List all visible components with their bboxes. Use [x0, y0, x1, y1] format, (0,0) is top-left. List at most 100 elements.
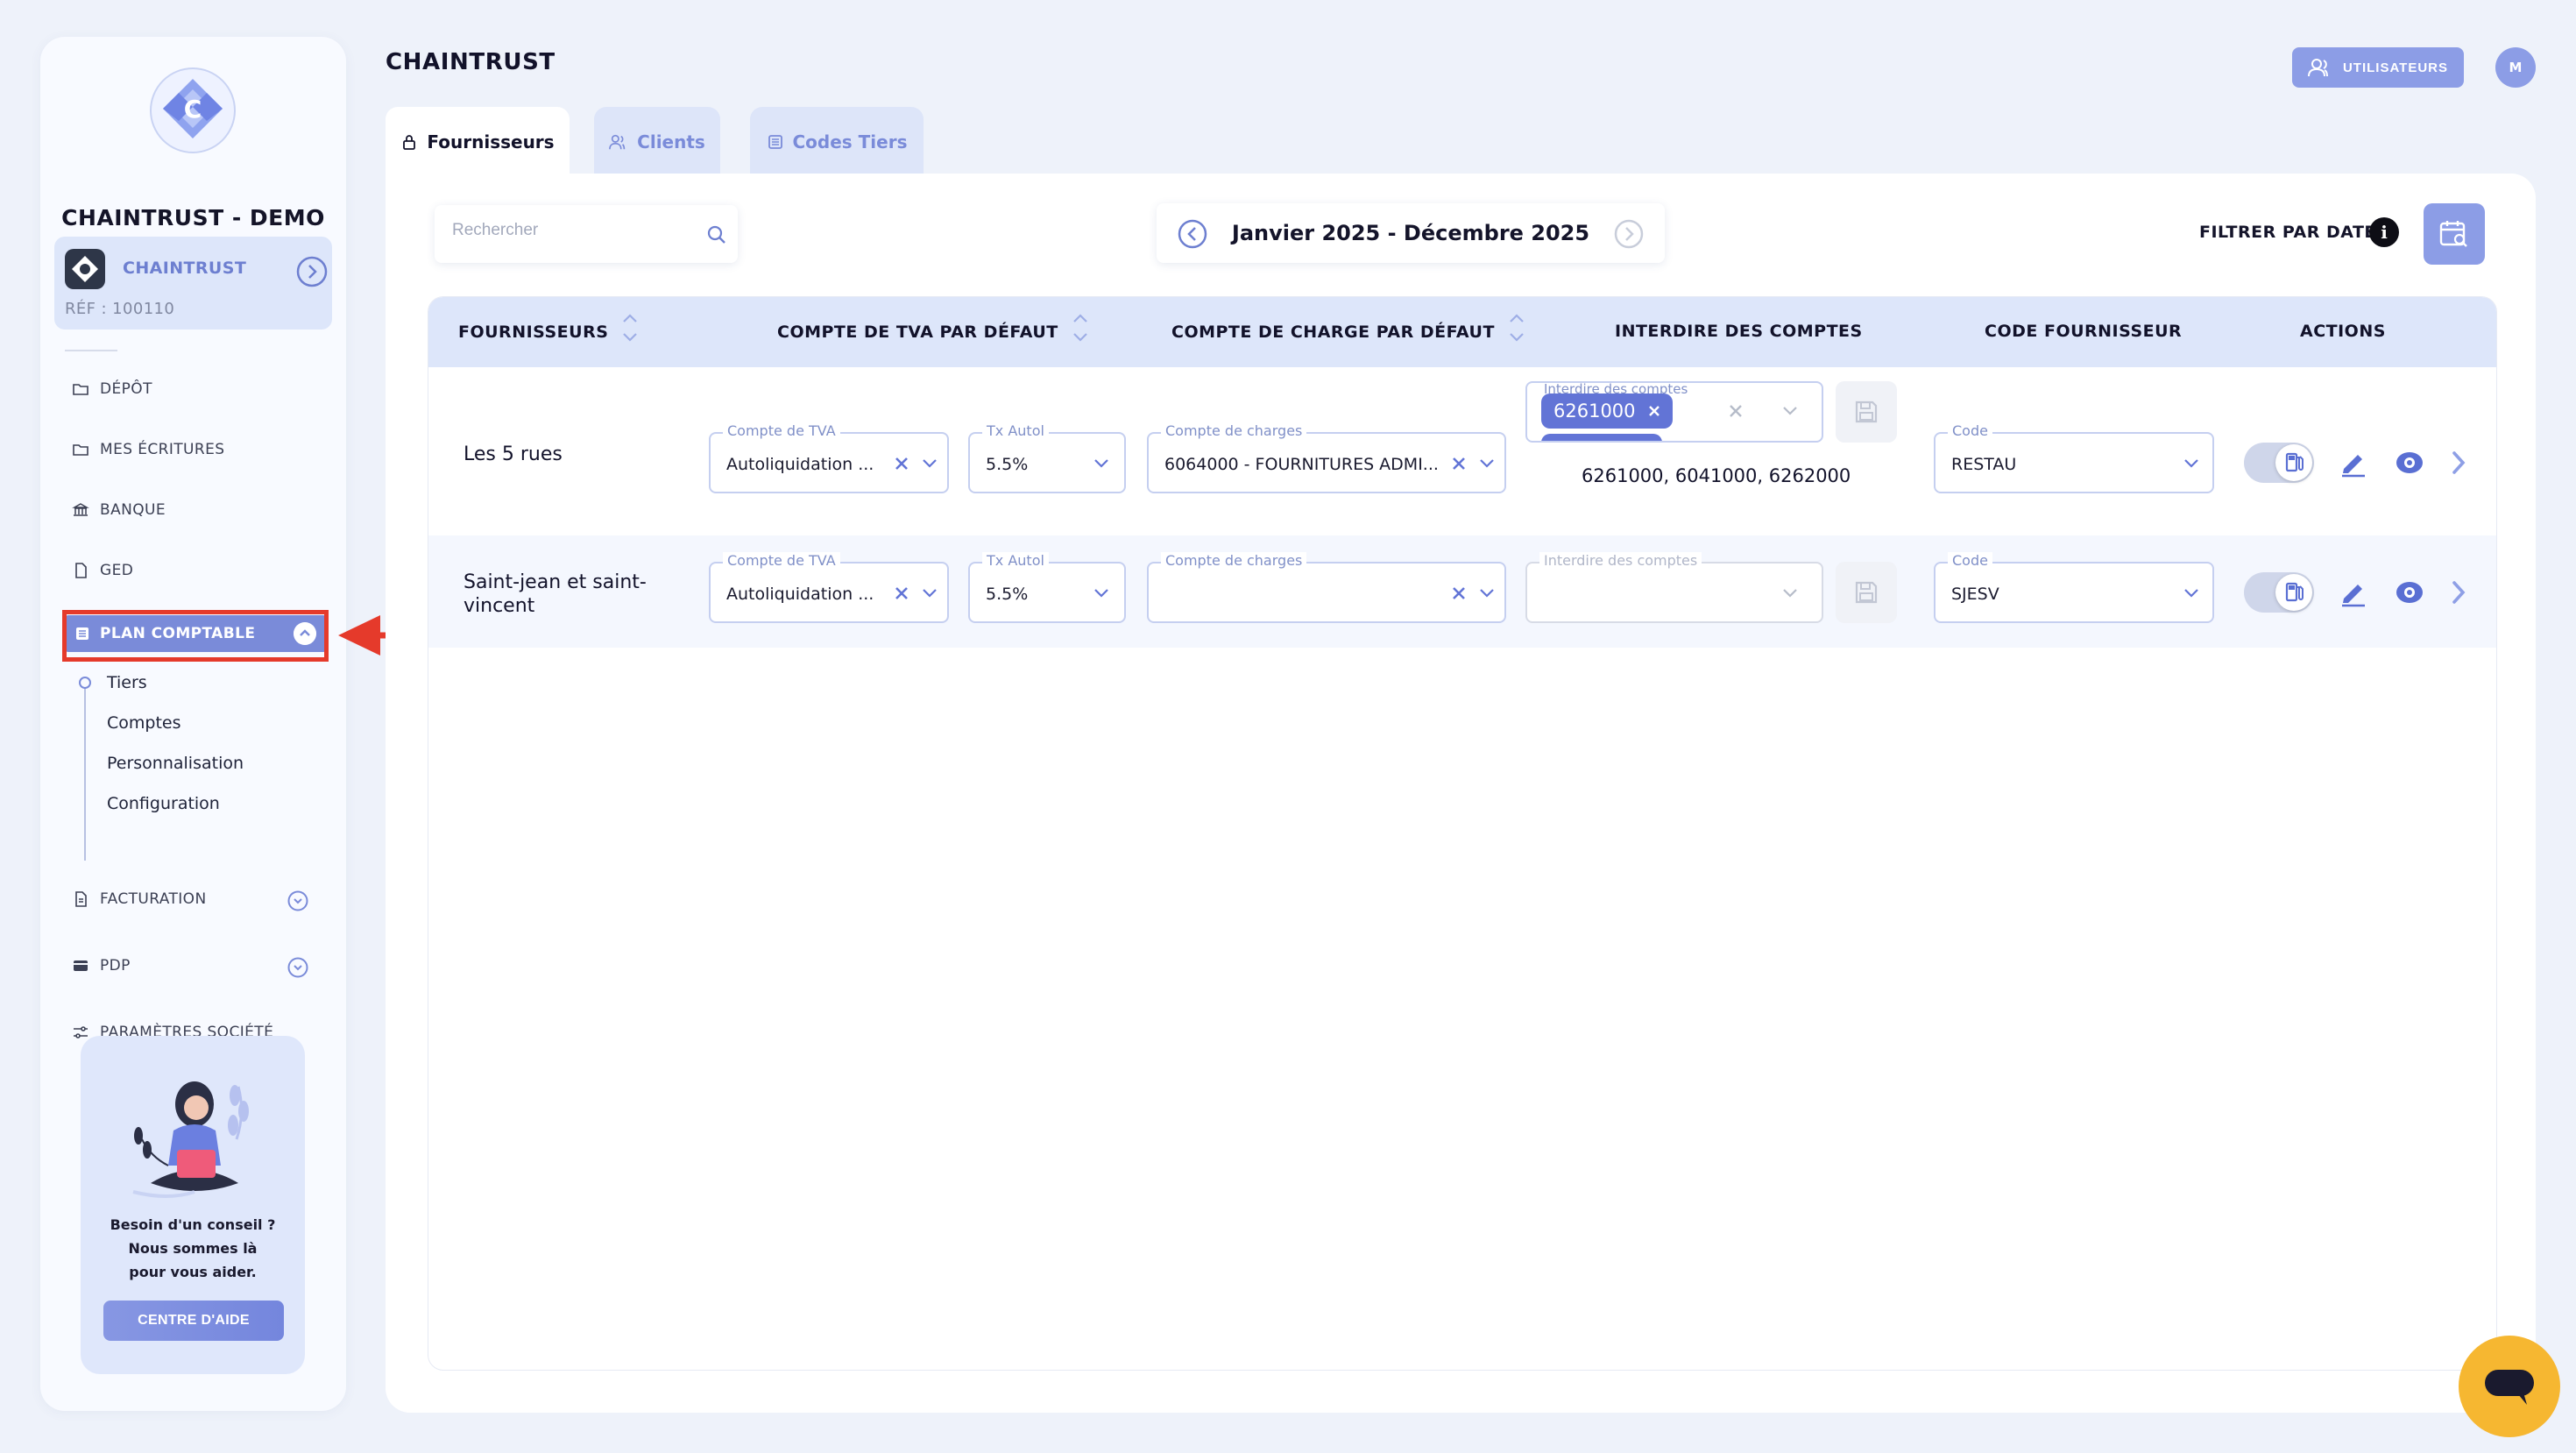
field-label: Code — [1948, 422, 1992, 439]
highlight-box — [62, 610, 329, 662]
save-button[interactable] — [1836, 562, 1897, 623]
chevron-right-circle-icon[interactable] — [296, 256, 328, 287]
nav-mes-ecritures[interactable]: MES ÉCRITURES — [72, 441, 224, 458]
toggle-knob — [2275, 574, 2312, 611]
column-compte-tva[interactable]: COMPTE DE TVA PAR DÉFAUT — [777, 313, 1088, 343]
eye-icon[interactable] — [2395, 448, 2424, 478]
chevron-down-icon[interactable] — [1781, 586, 1799, 600]
tva-select[interactable]: Compte de TVA Autoliquidation ... — [709, 552, 949, 623]
chat-icon — [2485, 1370, 2534, 1405]
submenu-personnalisation[interactable]: Personnalisation — [107, 754, 244, 773]
nav-ged[interactable]: GED — [72, 562, 133, 579]
edit-icon[interactable] — [2339, 448, 2368, 478]
sort-icon[interactable] — [622, 313, 638, 343]
invoice-icon — [75, 891, 87, 907]
list-icon — [768, 135, 782, 149]
search-icon[interactable] — [706, 224, 727, 245]
charges-select[interactable]: Compte de charges — [1147, 552, 1506, 623]
submenu-comptes[interactable]: Comptes — [107, 713, 181, 733]
submenu-tiers[interactable]: Tiers — [107, 673, 147, 692]
clear-icon[interactable] — [893, 455, 910, 472]
fuel-toggle[interactable] — [2244, 572, 2314, 613]
sort-icon[interactable] — [1509, 313, 1525, 343]
field-value: RESTAU — [1951, 455, 2017, 474]
company-card[interactable]: CHAINTRUST RÉF : 100110 — [54, 237, 332, 330]
chevron-down-icon[interactable] — [1781, 404, 1799, 418]
search-input[interactable] — [452, 221, 689, 240]
avatar[interactable]: M — [2495, 47, 2536, 88]
help-card: Besoin d'un conseil ? Nous sommes là pou… — [81, 1036, 305, 1374]
submenu-configuration[interactable]: Configuration — [107, 794, 220, 813]
chevron-down-icon[interactable] — [921, 457, 938, 471]
calendar-search-button[interactable] — [2424, 203, 2485, 265]
save-icon — [1855, 400, 1878, 423]
chevron-down-icon[interactable] — [2183, 457, 2200, 471]
column-actions: ACTIONS — [2300, 322, 2386, 341]
chevron-down-icon[interactable] — [1478, 457, 1496, 471]
chevron-down-icon[interactable] — [287, 957, 308, 978]
clear-icon[interactable] — [893, 585, 910, 602]
nav-depot[interactable]: DÉPÔT — [72, 380, 152, 398]
chat-button[interactable] — [2459, 1336, 2560, 1437]
tab-fournisseurs[interactable]: Fournisseurs — [386, 107, 570, 177]
info-icon[interactable]: i — [2369, 217, 2399, 247]
tab-label: Clients — [637, 131, 705, 152]
nav-banque[interactable]: BANQUE — [72, 501, 166, 519]
help-text: Besoin d'un conseil ? Nous sommes là pou… — [81, 1213, 305, 1284]
chevron-down-icon[interactable] — [2183, 586, 2200, 600]
chevron-down-icon[interactable] — [287, 890, 308, 911]
column-label: COMPTE DE CHARGE PAR DÉFAUT — [1171, 322, 1495, 342]
account-chip[interactable]: 6261000 — [1541, 393, 1673, 429]
tab-codes-tiers[interactable]: Codes Tiers — [750, 107, 924, 177]
users-icon — [609, 134, 626, 150]
clear-icon[interactable] — [1450, 455, 1468, 472]
tx-autol-select[interactable]: Tx Autol 5.5% — [968, 422, 1126, 493]
field-value: 5.5% — [986, 585, 1029, 604]
nav-facturation[interactable]: FACTURATION — [72, 890, 207, 908]
clear-icon[interactable] — [1727, 402, 1744, 420]
forbid-accounts-select[interactable]: Interdire des comptes — [1525, 552, 1823, 623]
users-button-label: UTILISATEURS — [2342, 60, 2449, 75]
tab-clients[interactable]: Clients — [594, 107, 720, 177]
nav-label: PDP — [100, 957, 131, 975]
column-label: COMPTE DE TVA PAR DÉFAUT — [777, 322, 1058, 342]
save-button[interactable] — [1836, 381, 1897, 443]
chevron-down-icon[interactable] — [1478, 586, 1496, 600]
chevron-right-circle-icon[interactable] — [1614, 219, 1644, 249]
chevron-down-icon[interactable] — [1093, 586, 1110, 600]
chevron-down-icon[interactable] — [1093, 457, 1110, 471]
chevron-right-icon[interactable] — [2444, 578, 2473, 607]
charges-select[interactable]: Compte de charges 6064000 - FOURNITURES … — [1147, 422, 1506, 493]
supplier-name: Les 5 rues — [464, 443, 563, 465]
clear-icon[interactable] — [1450, 585, 1468, 602]
account-chip-overflow — [1541, 434, 1662, 441]
forbid-accounts-select[interactable]: Interdire des comptes 6261000 — [1525, 381, 1823, 443]
users-button[interactable]: UTILISATEURS — [2292, 47, 2464, 88]
nav-pdp[interactable]: PDP — [72, 957, 131, 975]
search-box[interactable] — [435, 205, 738, 263]
close-icon[interactable] — [1648, 405, 1660, 417]
table-row: Les 5 rues Compte de TVA Autoliquidation… — [428, 372, 2496, 513]
sort-icon[interactable] — [1072, 313, 1088, 343]
field-value: Autoliquidation ... — [726, 585, 874, 604]
main-panel: Janvier 2025 - Décembre 2025 FILTRER PAR… — [386, 174, 2536, 1413]
calendar-search-icon — [2439, 221, 2467, 247]
document-icon — [75, 563, 87, 578]
chevron-down-icon[interactable] — [921, 586, 938, 600]
chevron-right-icon[interactable] — [2444, 448, 2473, 478]
supplier-name: Saint-jean et saint- vincent — [464, 571, 647, 618]
eye-icon[interactable] — [2395, 578, 2424, 607]
fuel-toggle[interactable] — [2244, 443, 2314, 483]
sliders-icon — [74, 1026, 88, 1038]
company-logo-icon — [65, 249, 105, 289]
edit-icon[interactable] — [2339, 578, 2368, 607]
column-compte-charge[interactable]: COMPTE DE CHARGE PAR DÉFAUT — [1171, 313, 1525, 343]
code-select[interactable]: Code SJESV — [1934, 552, 2214, 623]
tva-select[interactable]: Compte de TVA Autoliquidation ... — [709, 422, 949, 493]
code-select[interactable]: Code RESTAU — [1934, 422, 2214, 493]
chaintrust-logo-icon[interactable]: C — [149, 67, 237, 154]
filter-by-date-label: FILTRER PAR DATE — [2199, 223, 2376, 242]
tx-autol-select[interactable]: Tx Autol 5.5% — [968, 552, 1126, 623]
column-fournisseurs[interactable]: FOURNISSEURS — [458, 313, 638, 343]
help-center-button[interactable]: CENTRE D'AIDE — [103, 1301, 284, 1341]
